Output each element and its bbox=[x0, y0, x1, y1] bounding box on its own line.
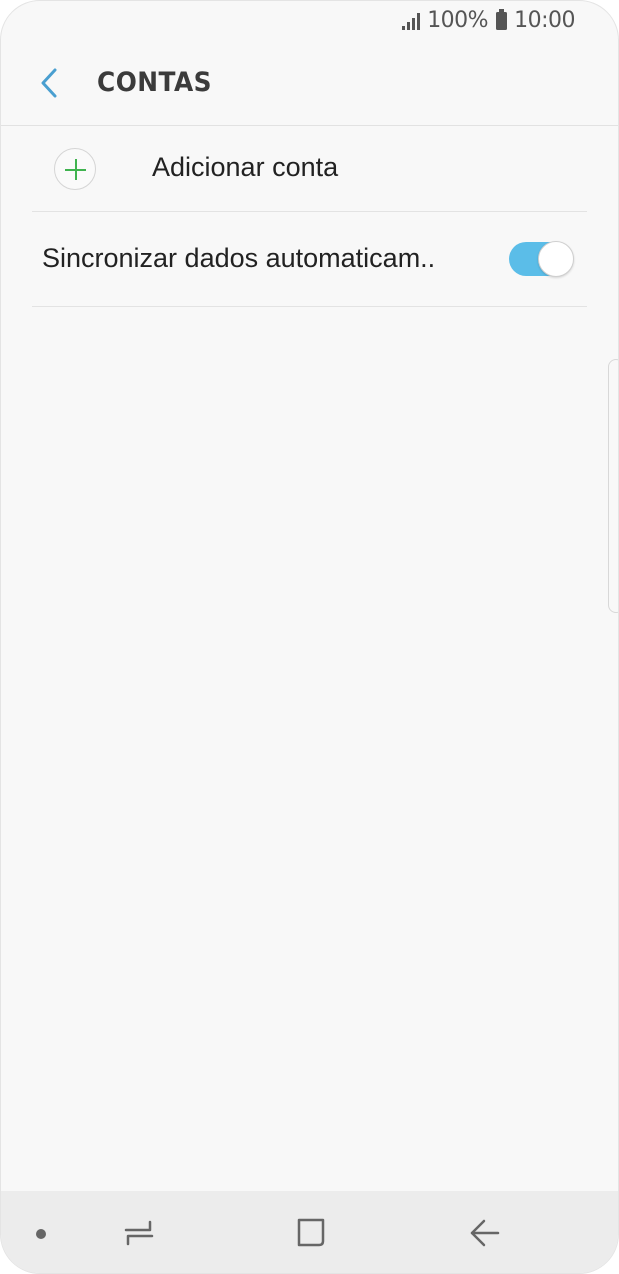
back-icon bbox=[470, 1219, 500, 1247]
recent-apps-icon bbox=[124, 1220, 154, 1246]
home-button[interactable] bbox=[289, 1213, 333, 1253]
chevron-left-icon bbox=[41, 68, 57, 98]
auto-sync-label: Sincronizar dados automaticam.. bbox=[42, 243, 436, 273]
back-nav-button[interactable] bbox=[463, 1213, 507, 1253]
battery-percent: 100% bbox=[427, 8, 489, 33]
add-account-row[interactable]: Adicionar conta bbox=[32, 126, 587, 212]
app-header: CONTAS bbox=[1, 41, 618, 126]
phone-screen: 100% 10:00 CONTAS Adicionar conta Sincro… bbox=[0, 0, 619, 1274]
clock: 10:00 bbox=[514, 8, 575, 33]
home-icon bbox=[297, 1218, 325, 1247]
dot-icon[interactable] bbox=[36, 1229, 46, 1239]
add-account-label: Adicionar conta bbox=[152, 152, 339, 182]
recent-apps-button[interactable] bbox=[117, 1213, 161, 1253]
auto-sync-toggle[interactable] bbox=[509, 241, 574, 277]
page-title: CONTAS bbox=[97, 67, 213, 98]
back-button[interactable] bbox=[29, 61, 69, 105]
signal-icon bbox=[402, 12, 421, 30]
auto-sync-row[interactable]: Sincronizar dados automaticam.. bbox=[32, 212, 587, 307]
plus-icon bbox=[54, 148, 96, 190]
edge-panel-handle[interactable] bbox=[608, 359, 618, 613]
status-bar: 100% 10:00 bbox=[1, 1, 618, 41]
status-indicators: 100% 10:00 bbox=[402, 8, 575, 33]
battery-icon bbox=[496, 8, 508, 30]
toggle-knob bbox=[538, 241, 574, 277]
navigation-bar bbox=[1, 1191, 618, 1273]
